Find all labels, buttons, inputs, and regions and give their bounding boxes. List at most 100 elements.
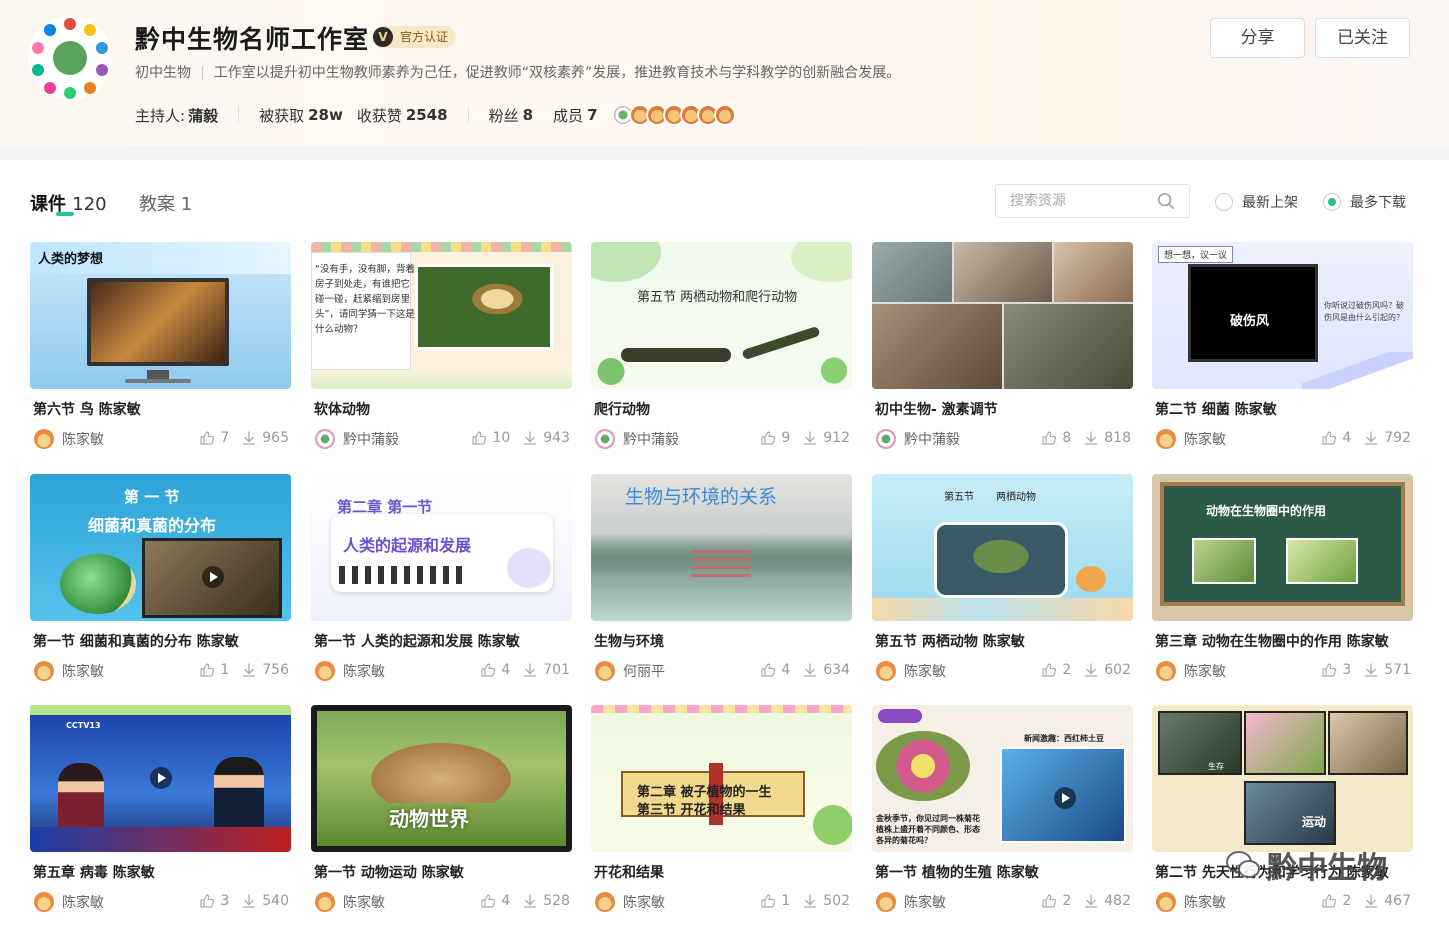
card-author[interactable]: 陈家敏 bbox=[595, 892, 665, 912]
download-icon[interactable] bbox=[1363, 662, 1379, 678]
card-author[interactable]: 黔中蒲毅 bbox=[315, 429, 399, 449]
card-title[interactable]: 第五章 病毒 陈家敏 bbox=[33, 862, 291, 882]
download-icon[interactable] bbox=[522, 893, 538, 909]
resource-card[interactable]: 第二章 第一节 人类的起源和发展 第一节 人类的起源和发展 陈家敏 陈家敏 4 … bbox=[311, 474, 572, 689]
resource-card[interactable]: “没有手，没有脚，背着房子到处走，有谁把它碰一碰，赶紧缩到房里头”，请同学猜一下… bbox=[311, 242, 572, 457]
download-icon[interactable] bbox=[241, 430, 257, 446]
download-icon[interactable] bbox=[802, 893, 818, 909]
resource-card[interactable]: 动物在生物圈中的作用 第三章 动物在生物圈中的作用 陈家敏 陈家敏 3 571 bbox=[1152, 474, 1413, 689]
search-input[interactable] bbox=[1010, 185, 1160, 217]
resource-card[interactable]: 想一想，议一议 破伤风 你听说过破伤风吗？破伤风是由什么引起的？ 第二节 细菌 … bbox=[1152, 242, 1413, 457]
card-thumbnail[interactable]: 想一想，议一议 破伤风 你听说过破伤风吗？破伤风是由什么引起的？ bbox=[1152, 242, 1413, 389]
thumbs-up-icon[interactable] bbox=[760, 430, 776, 446]
card-title[interactable]: 第五节 两栖动物 陈家敏 bbox=[875, 631, 1133, 651]
resource-card[interactable]: 第二章 被子植物的一生 第三节 开花和结果 开花和结果 陈家敏 1 502 bbox=[591, 705, 852, 920]
resource-card[interactable]: 生物与环境的关系 生物与环境 何丽平 4 634 bbox=[591, 474, 852, 689]
member-avatar[interactable] bbox=[713, 104, 736, 126]
like-count: 8 bbox=[1062, 430, 1072, 446]
card-author[interactable]: 陈家敏 bbox=[315, 892, 385, 912]
member-avatars[interactable] bbox=[611, 104, 736, 126]
card-title[interactable]: 第一节 细菌和真菌的分布 陈家敏 bbox=[33, 631, 291, 651]
card-thumbnail[interactable]: 第二章 被子植物的一生 第三节 开花和结果 bbox=[591, 705, 852, 852]
thumbs-up-icon[interactable] bbox=[760, 662, 776, 678]
card-thumbnail[interactable]: 金秋季节，你见过同一株菊花植株上盛开着不同颜色、形态各异的菊花吗？ 新闻激趣：西… bbox=[872, 705, 1133, 852]
thumbs-up-icon[interactable] bbox=[1321, 662, 1337, 678]
resource-card[interactable]: 第五节 两栖动物 第五节 两栖动物 陈家敏 陈家敏 2 602 bbox=[872, 474, 1133, 689]
download-icon[interactable] bbox=[241, 893, 257, 909]
card-title[interactable]: 爬行动物 bbox=[594, 399, 852, 419]
card-thumbnail[interactable]: 第二章 第一节 人类的起源和发展 bbox=[311, 474, 572, 621]
card-title[interactable]: 第一节 植物的生殖 陈家敏 bbox=[875, 862, 1133, 882]
follow-button[interactable]: 已关注 bbox=[1315, 18, 1410, 58]
card-thumbnail[interactable]: 动物在生物圈中的作用 bbox=[1152, 474, 1413, 621]
resource-card[interactable]: 第 一 节 细菌和真菌的分布 第一节 细菌和真菌的分布 陈家敏 陈家敏 1 75… bbox=[30, 474, 291, 689]
thumbs-up-icon[interactable] bbox=[199, 662, 215, 678]
card-thumbnail[interactable]: CCTV13 bbox=[30, 705, 291, 852]
card-thumbnail[interactable] bbox=[872, 242, 1133, 389]
card-title[interactable]: 第六节 鸟 陈家敏 bbox=[33, 399, 291, 419]
card-title[interactable]: 生物与环境 bbox=[594, 631, 852, 651]
sort-newest-radio[interactable]: 最新上架 bbox=[1215, 192, 1298, 212]
card-title[interactable]: 软体动物 bbox=[314, 399, 572, 419]
download-icon[interactable] bbox=[241, 662, 257, 678]
sort-most-downloaded-radio[interactable]: 最多下载 bbox=[1323, 192, 1406, 212]
card-thumbnail[interactable]: 生存 运动 bbox=[1152, 705, 1413, 852]
download-icon[interactable] bbox=[522, 662, 538, 678]
search-icon[interactable] bbox=[1157, 192, 1175, 210]
card-author[interactable]: 黔中蒲毅 bbox=[595, 429, 679, 449]
download-icon[interactable] bbox=[802, 662, 818, 678]
card-author[interactable]: 何丽平 bbox=[595, 661, 665, 681]
resource-card[interactable]: 第五节 两栖动物和爬行动物 爬行动物 黔中蒲毅 9 912 bbox=[591, 242, 852, 457]
card-thumbnail[interactable]: 第 一 节 细菌和真菌的分布 bbox=[30, 474, 291, 621]
thumbs-up-icon[interactable] bbox=[199, 430, 215, 446]
thumbs-up-icon[interactable] bbox=[1041, 662, 1057, 678]
card-author[interactable]: 陈家敏 bbox=[34, 661, 104, 681]
download-icon[interactable] bbox=[522, 430, 538, 446]
download-icon[interactable] bbox=[1363, 893, 1379, 909]
thumbs-up-icon[interactable] bbox=[1321, 893, 1337, 909]
download-icon[interactable] bbox=[802, 430, 818, 446]
card-title[interactable]: 初中生物- 激素调节 bbox=[875, 399, 1133, 419]
card-title[interactable]: 开花和结果 bbox=[594, 862, 852, 882]
card-author[interactable]: 陈家敏 bbox=[1156, 661, 1226, 681]
card-thumbnail[interactable]: 动物世界 bbox=[311, 705, 572, 852]
card-author[interactable]: 陈家敏 bbox=[34, 892, 104, 912]
tab-lesson-plan[interactable]: 教案 1 bbox=[139, 190, 192, 216]
card-author[interactable]: 陈家敏 bbox=[876, 661, 946, 681]
card-title[interactable]: 第一节 动物运动 陈家敏 bbox=[314, 862, 572, 882]
card-author[interactable]: 陈家敏 bbox=[1156, 892, 1226, 912]
card-thumbnail[interactable]: 人类的梦想 bbox=[30, 242, 291, 389]
card-author[interactable]: 陈家敏 bbox=[876, 892, 946, 912]
thumbs-up-icon[interactable] bbox=[1041, 430, 1057, 446]
thumbs-up-icon[interactable] bbox=[1041, 893, 1057, 909]
download-icon[interactable] bbox=[1083, 662, 1099, 678]
card-title[interactable]: 第三章 动物在生物圈中的作用 陈家敏 bbox=[1155, 631, 1413, 651]
card-author[interactable]: 陈家敏 bbox=[1156, 429, 1226, 449]
thumbs-up-icon[interactable] bbox=[480, 893, 496, 909]
resource-card[interactable]: 金秋季节，你见过同一株菊花植株上盛开着不同颜色、形态各异的菊花吗？ 新闻激趣：西… bbox=[872, 705, 1133, 920]
card-title[interactable]: 第二节 细菌 陈家敏 bbox=[1155, 399, 1413, 419]
download-icon[interactable] bbox=[1363, 430, 1379, 446]
resource-card[interactable]: 初中生物- 激素调节 黔中蒲毅 8 818 bbox=[872, 242, 1133, 457]
host-name[interactable]: 蒲毅 bbox=[188, 105, 218, 126]
card-title[interactable]: 第一节 人类的起源和发展 陈家敏 bbox=[314, 631, 572, 651]
thumbs-up-icon[interactable] bbox=[199, 893, 215, 909]
card-thumbnail[interactable]: 第五节 两栖动物和爬行动物 bbox=[591, 242, 852, 389]
thumbs-up-icon[interactable] bbox=[471, 430, 487, 446]
card-author[interactable]: 黔中蒲毅 bbox=[876, 429, 960, 449]
card-author[interactable]: 陈家敏 bbox=[34, 429, 104, 449]
share-button[interactable]: 分享 bbox=[1210, 18, 1305, 58]
download-icon[interactable] bbox=[1083, 893, 1099, 909]
resource-card[interactable]: 动物世界 第一节 动物运动 陈家敏 陈家敏 4 528 bbox=[311, 705, 572, 920]
resource-card[interactable]: CCTV13 第五章 病毒 陈家敏 陈家敏 3 540 bbox=[30, 705, 291, 920]
download-icon[interactable] bbox=[1083, 430, 1099, 446]
card-author[interactable]: 陈家敏 bbox=[315, 661, 385, 681]
thumbs-up-icon[interactable] bbox=[480, 662, 496, 678]
card-thumbnail[interactable]: “没有手，没有脚，背着房子到处走，有谁把它碰一碰，赶紧缩到房里头”，请同学猜一下… bbox=[311, 242, 572, 389]
resource-card[interactable]: 生存 运动 第二节 先天性行为和学习行为 陈家敏 陈家敏 2 467 bbox=[1152, 705, 1413, 920]
resource-card[interactable]: 人类的梦想 第六节 鸟 陈家敏 陈家敏 7 965 bbox=[30, 242, 291, 457]
thumbs-up-icon[interactable] bbox=[760, 893, 776, 909]
card-thumbnail[interactable]: 第五节 两栖动物 bbox=[872, 474, 1133, 621]
card-thumbnail[interactable]: 生物与环境的关系 bbox=[591, 474, 852, 621]
thumbs-up-icon[interactable] bbox=[1321, 430, 1337, 446]
